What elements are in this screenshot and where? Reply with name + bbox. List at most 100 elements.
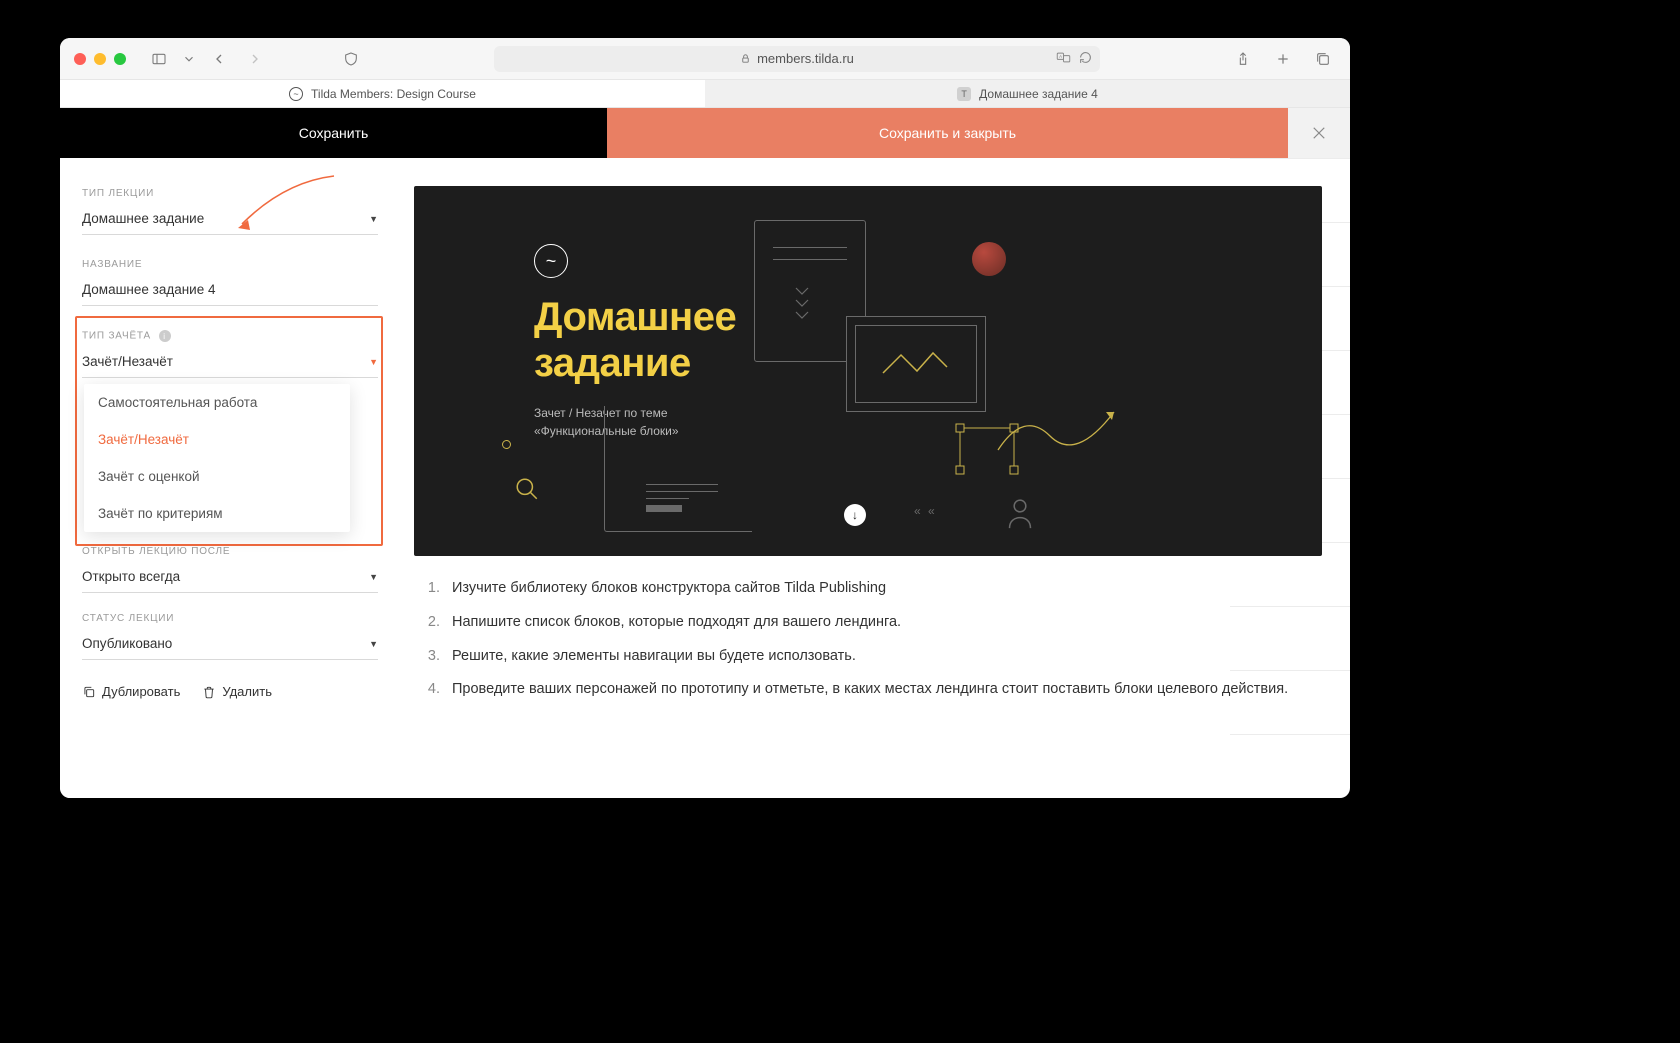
field-label: НАЗВАНИЕ: [82, 259, 378, 270]
select-value: Зачёт/Незачёт: [82, 354, 173, 369]
decorative-arrow-icon: [794, 286, 810, 331]
tab-homework-4[interactable]: T Домашнее задание 4: [705, 80, 1350, 107]
hero-title: Домашнеезадание: [534, 294, 736, 386]
tab-label: Tilda Members: Design Course: [311, 87, 476, 101]
chevron-down-icon: ▼: [369, 357, 378, 367]
tabs-overview-icon[interactable]: [1310, 46, 1336, 72]
decorative-dot-icon: [502, 440, 511, 449]
chevron-down-icon: ▼: [369, 214, 378, 224]
chevron-down-icon: ▼: [369, 572, 378, 582]
decorative-text-icon: [646, 484, 718, 518]
field-label: ТИП ЛЕКЦИИ: [82, 188, 378, 199]
decorative-rewind-icon: « «: [914, 504, 937, 518]
hero-card: ~ Домашнеезадание Зачет / Незачет по тем…: [414, 186, 1322, 556]
dropdown-option-selected[interactable]: Зачёт/Незачёт: [84, 421, 350, 458]
sidebar-actions: Дублировать Удалить: [82, 684, 378, 699]
select-value: Домашнее задание: [82, 211, 204, 226]
list-number: 1.: [424, 578, 440, 600]
reload-icon[interactable]: [1079, 51, 1092, 67]
list-number: 2.: [424, 612, 440, 634]
list-number: 3.: [424, 646, 440, 668]
address-text: members.tilda.ru: [757, 51, 854, 66]
close-window-icon[interactable]: [74, 53, 86, 65]
trash-MR-icon: [202, 685, 216, 699]
list-text: Напишите список блоков, которые подходят…: [452, 612, 901, 634]
input-value: Домашнее задание 4: [82, 282, 216, 297]
decorative-graph-icon: [994, 404, 1124, 464]
field-title: НАЗВАНИЕ Домашнее задание 4: [82, 259, 378, 306]
save-and-close-button[interactable]: Сохранить и закрыть: [607, 108, 1288, 158]
instructions-list: 1. Изучите библиотеку блоков конструктора…: [414, 578, 1322, 701]
new-tab-icon[interactable]: [1270, 46, 1296, 72]
info-icon[interactable]: i: [159, 330, 171, 342]
chevron-down-icon: ▼: [369, 639, 378, 649]
save-label: Сохранить: [299, 125, 369, 141]
field-label: ОТКРЫТЬ ЛЕКЦИЮ ПОСЛЕ: [82, 546, 378, 557]
close-editor-button[interactable]: [1288, 108, 1350, 158]
sidebar-toggle-icon[interactable]: [146, 46, 172, 72]
delete-label: Удалить: [222, 684, 272, 699]
field-status: СТАТУС ЛЕКЦИИ Опубликовано ▼: [82, 613, 378, 660]
open-after-select[interactable]: Открыто всегда ▼: [82, 563, 378, 593]
select-value: Опубликовано: [82, 636, 172, 651]
window-controls: [74, 53, 126, 65]
translate-icon[interactable]: A: [1056, 51, 1071, 67]
dropdown-option[interactable]: Зачёт по критериям: [84, 495, 350, 532]
list-item: 3. Решите, какие элементы навигации вы бу…: [424, 646, 1322, 668]
field-open-after: ОТКРЫТЬ ЛЕКЦИЮ ПОСЛЕ Открыто всегда ▼: [82, 546, 378, 593]
browser-window: members.tilda.ru A ~: [60, 38, 1350, 798]
list-text: Решите, какие элементы навигации вы буде…: [452, 646, 856, 668]
dropdown-option[interactable]: Самостоятельная работа: [84, 384, 350, 421]
editor-content: ТИП ЛЕКЦИИ Домашнее задание ▼ НАЗВАНИЕ Д…: [60, 158, 1350, 798]
settings-sidebar: ТИП ЛЕКЦИИ Домашнее задание ▼ НАЗВАНИЕ Д…: [60, 158, 400, 798]
tab-label: Домашнее задание 4: [979, 87, 1098, 101]
decorative-download-icon: ↓: [844, 504, 866, 526]
lock-icon: [740, 53, 751, 64]
maximize-window-icon[interactable]: [114, 53, 126, 65]
duplicate-label: Дублировать: [102, 684, 180, 699]
save-and-close-label: Сохранить и закрыть: [879, 125, 1016, 141]
save-button[interactable]: Сохранить: [60, 108, 607, 158]
decorative-planet-icon: [972, 242, 1006, 276]
select-value: Открыто всегда: [82, 569, 180, 584]
editor-toolbar: Сохранить Сохранить и закрыть: [60, 108, 1350, 158]
grading-type-dropdown: Самостоятельная работа Зачёт/Незачёт Зач…: [84, 384, 350, 532]
field-grading-type: ТИП ЗАЧЁТА i Зачёт/Незачёт ▼ Самостоятел…: [82, 330, 378, 378]
nav-back-icon[interactable]: [206, 46, 232, 72]
browser-tabbar: ~ Tilda Members: Design Course T Домашне…: [60, 80, 1350, 108]
svg-text:A: A: [1059, 54, 1062, 59]
lesson-preview: ~ Домашнеезадание Зачет / Незачет по тем…: [400, 158, 1350, 798]
list-item: 2. Напишите список блоков, которые подход…: [424, 612, 1322, 634]
decorative-image-icon: [846, 316, 986, 412]
list-item: 4. Проведите ваших персонажей по прототип…: [424, 679, 1322, 701]
share-icon[interactable]: [1230, 46, 1256, 72]
delete-button[interactable]: Удалить: [202, 684, 272, 699]
duplicate-button[interactable]: Дублировать: [82, 684, 180, 699]
dropdown-option[interactable]: Зачёт с оценкой: [84, 458, 350, 495]
nav-forward-icon[interactable]: [242, 46, 268, 72]
address-bar[interactable]: members.tilda.ru A: [494, 46, 1100, 72]
lecture-type-select[interactable]: Домашнее задание ▼: [82, 205, 378, 235]
close-icon: [1310, 124, 1328, 142]
chevron-down-icon[interactable]: [182, 46, 196, 72]
field-lecture-type: ТИП ЛЕКЦИИ Домашнее задание ▼: [82, 188, 378, 235]
tab-design-course[interactable]: ~ Tilda Members: Design Course: [60, 80, 705, 107]
browser-toolbar: members.tilda.ru A: [60, 38, 1350, 80]
copy-icon: [82, 685, 96, 699]
tilda-favicon-icon: T: [957, 87, 971, 101]
field-label: СТАТУС ЛЕКЦИИ: [82, 613, 378, 624]
list-text: Проведите ваших персонажей по прототипу …: [452, 679, 1288, 701]
tilda-logo-icon: ~: [534, 244, 568, 278]
status-select[interactable]: Опубликовано ▼: [82, 630, 378, 660]
decorative-user-icon: [1006, 496, 1034, 530]
decorative-magnifier-icon: [514, 476, 540, 502]
list-item: 1. Изучите библиотеку блоков конструктора…: [424, 578, 1322, 600]
list-number: 4.: [424, 679, 440, 701]
field-label: ТИП ЗАЧЁТА i: [82, 330, 378, 342]
title-input[interactable]: Домашнее задание 4: [82, 276, 378, 306]
minimize-window-icon[interactable]: [94, 53, 106, 65]
list-text: Изучите библиотеку блоков конструктора с…: [452, 578, 886, 600]
grading-type-select[interactable]: Зачёт/Незачёт ▼: [82, 348, 378, 378]
tilda-favicon-icon: ~: [289, 87, 303, 101]
shield-icon[interactable]: [338, 46, 364, 72]
